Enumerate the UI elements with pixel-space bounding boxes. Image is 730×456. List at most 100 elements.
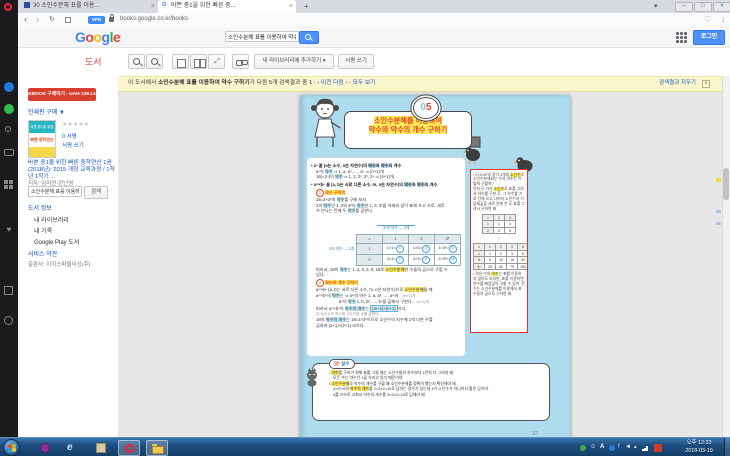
tray-ime-indicator[interactable]: A <box>600 442 604 452</box>
tray-speaker-icon[interactable]: ◄ <box>625 442 631 452</box>
step1-conclusion: 따라서, 18의 <box>316 267 340 272</box>
cover-title-text: 빠른 중학연산 <box>29 133 55 147</box>
browser-tab-2-active[interactable]: G바쁜 중1을 위한 빠른 중... × <box>158 0 296 13</box>
browser-tab-1[interactable]: 30 소인수분해 표를 이용... × <box>20 0 158 13</box>
search-input[interactable] <box>225 31 299 42</box>
book-title-link[interactable]: 바쁜 중1을 위한 빠른 중학연산 1권 (2018년): 2015 개정 교육… <box>28 160 120 180</box>
review-count-link[interactable]: 0 서평 <box>62 132 77 140</box>
star-rating[interactable]: ★★★★★ <box>62 121 89 128</box>
google-play-books-link[interactable]: Google Play 도서 <box>34 237 79 246</box>
sec1-line1: aⁿ의 <box>316 169 325 174</box>
opera-logo-icon[interactable] <box>4 3 12 11</box>
my-history-link[interactable]: 내 기록 <box>34 226 52 235</box>
step2-line2: aᵐ×bⁿ의 <box>316 293 332 298</box>
single-page-view-button[interactable] <box>172 54 189 69</box>
step1-conclusion-2: 있다. <box>311 272 461 278</box>
taskbar-clock[interactable]: 오후 12:33 2018-03-19 <box>676 440 722 455</box>
tab1-close-icon[interactable]: × <box>151 0 155 13</box>
tray-blue-icon[interactable] <box>609 445 615 451</box>
zoom-out-button[interactable] <box>128 54 145 69</box>
clock-date: 2018-03-19 <box>676 448 722 456</box>
circled-value: 3 <box>422 245 430 253</box>
viewer-scrollbar[interactable] <box>722 76 730 437</box>
tray-user-icon[interactable]: ☺ <box>590 442 596 452</box>
hl-term: 약수의 개수 <box>326 317 346 322</box>
show-desktop-button[interactable] <box>724 438 730 456</box>
search-hit-marker[interactable] <box>716 178 721 182</box>
search-hit-marker[interactable] <box>716 210 721 213</box>
start-button[interactable] <box>3 439 20 456</box>
login-button[interactable]: 로그인 <box>693 30 725 45</box>
taskbar-app-media[interactable] <box>34 440 56 456</box>
taskbar-app-ie[interactable]: e <box>62 440 84 456</box>
reload-button[interactable]: ↻ <box>49 15 55 23</box>
notice-close-icon[interactable]: × <box>702 80 710 88</box>
tray-alert-icon[interactable]: ! <box>618 442 620 452</box>
step2-example-post: 는 18=2×3²이므로 소인수의 지수에 1씩 더한 수를 <box>346 317 433 322</box>
scrollbar-thumb[interactable] <box>723 168 729 200</box>
search-hit-marker[interactable] <box>716 222 721 225</box>
next-result-link[interactable]: 다음 › <box>333 80 347 86</box>
window-close-button[interactable]: × <box>713 2 730 12</box>
tray-green-icon[interactable] <box>580 445 586 451</box>
search-magnifier-icon <box>305 34 311 40</box>
add-to-library-button[interactable]: 내 라이브러리에 추가하기 ▾ <box>254 54 334 69</box>
vpn-badge[interactable]: VPN <box>88 16 105 24</box>
circled-value: 2 <box>396 256 404 264</box>
notice-query: 소인수분해 표를 이용하여 약수 구하기 <box>158 80 250 86</box>
taskbar-app-opera-active[interactable] <box>118 440 140 456</box>
back-button[interactable]: ‹ <box>24 14 27 24</box>
messenger-icon[interactable] <box>4 82 14 92</box>
book-cover-thumbnail[interactable]: 바쁜 중1을 위한 빠른 중학연산 <box>28 120 56 158</box>
tray-messenger-icon[interactable] <box>654 444 662 452</box>
tray-network-icon[interactable] <box>642 446 649 451</box>
window-maximize-button[interactable]: □ <box>694 2 712 12</box>
snapshot-camera-icon[interactable] <box>4 149 14 156</box>
zoom-in-button[interactable] <box>146 54 163 69</box>
buy-print-link[interactable]: 인쇄판 구매 ▼ <box>28 107 65 116</box>
two-page-view-button[interactable] <box>190 54 207 69</box>
step1-conclusion-mid: 는 1, 2, 3, 6, 9, 18로 <box>347 267 385 272</box>
in-book-search-button[interactable]: 검색 <box>84 186 108 199</box>
get-link-button[interactable] <box>232 54 249 69</box>
view-all-results-link[interactable]: 모두 보기 <box>353 80 376 86</box>
new-tab-button[interactable]: + <box>304 0 309 13</box>
favorite-heart-icon[interactable]: ♡ <box>704 15 711 24</box>
book-info-link[interactable]: 도서 정보 <box>28 203 52 212</box>
search-button[interactable] <box>299 31 319 44</box>
gallery-icon[interactable] <box>4 286 13 295</box>
history-clock-icon[interactable] <box>4 316 13 325</box>
search-icon[interactable] <box>5 126 11 132</box>
clear-search-link[interactable]: 검색결과 지우기 <box>659 77 696 90</box>
buy-ebook-button[interactable]: EBOOK 구매하기 - UAH 128.14 <box>28 88 96 101</box>
whatsapp-icon[interactable] <box>4 104 14 114</box>
window-minimize-button[interactable]: – <box>675 2 693 12</box>
tab-menu-icon[interactable]: ▾ <box>654 0 658 13</box>
google-logo[interactable]: Google <box>75 29 120 45</box>
write-review-button[interactable]: 서평 쓰기 <box>338 54 374 69</box>
taskbar-app-explorer[interactable] <box>146 440 168 456</box>
step2-line3: bⁿ의 <box>339 299 348 304</box>
previous-result-link[interactable]: ‹ 이전 <box>317 80 331 86</box>
my-library-link[interactable]: 내 라이브러리 <box>34 215 69 224</box>
write-review-link[interactable]: 서평 쓰기 <box>62 141 84 149</box>
fullscreen-button[interactable]: ⤢ <box>208 54 225 69</box>
n-plus-1-note: (n+1)개 <box>417 300 429 304</box>
margin-note-2: 먼저 두 가지 <box>473 187 494 191</box>
in-book-search-input[interactable] <box>28 186 82 197</box>
tab2-close-icon[interactable]: × <box>289 0 293 13</box>
table-header-cell: × <box>357 234 383 243</box>
apps-grid-icon[interactable] <box>676 32 687 43</box>
download-icon[interactable]: ↓ <box>721 15 725 24</box>
forward-button[interactable]: › <box>36 14 39 24</box>
speed-dial-grid-icon[interactable] <box>4 180 13 189</box>
terms-of-service-link[interactable]: 서비스 약관 <box>28 249 57 258</box>
bookmarks-heart-icon[interactable]: ♥ <box>4 225 14 235</box>
taskbar-app-notes[interactable] <box>90 440 112 456</box>
url-text[interactable]: books.google.co.kr/books <box>120 16 188 22</box>
formula-box: (m+1)×(n+1) <box>370 305 397 312</box>
tray-hidden-icons-arrow[interactable]: ▴ <box>634 442 637 452</box>
table-cell: 1×1=1 <box>382 243 408 254</box>
tab2-title: 바쁜 중1을 위한 빠른 중... <box>171 3 236 9</box>
sidebar-toggle-icon[interactable] <box>65 17 71 23</box>
